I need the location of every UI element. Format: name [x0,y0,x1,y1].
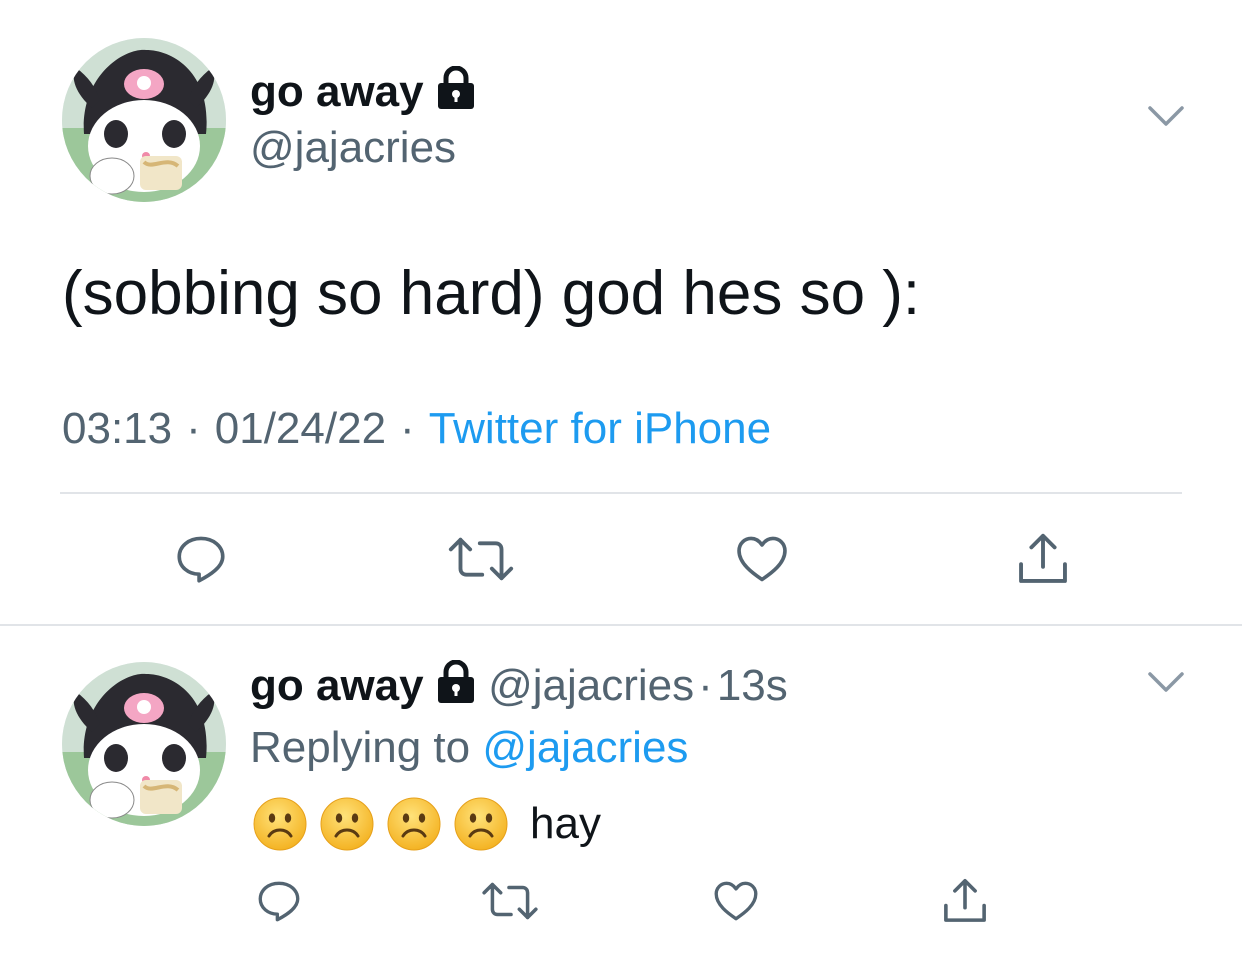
display-name-row: go away [250,65,476,122]
frowning-face-emoji [454,797,508,851]
replying-to: Replying to @jajacries [250,722,688,774]
frowning-face-emoji [387,797,441,851]
reply-icon [254,876,304,931]
replying-to-label: Replying to [250,723,471,772]
replying-to-handle[interactable]: @jajacries [482,723,688,772]
avatar[interactable] [62,38,226,202]
reply-icon [172,530,230,593]
handle[interactable]: @jajacries [488,661,694,710]
display-name[interactable]: go away [250,661,424,710]
handle[interactable]: @jajacries [250,122,456,174]
tweet-date: 01/24/22 [214,404,387,453]
reply-header: go away @jajacries·13s [250,659,788,716]
separator-dot: · [400,404,415,453]
like-button[interactable] [732,530,792,593]
like-icon [732,530,792,593]
tweet-time: 03:13 [62,404,173,453]
avatar[interactable] [62,662,226,826]
chevron-down-icon[interactable] [1146,104,1186,135]
reply-text: hay [530,799,601,848]
divider [60,492,1182,494]
share-button[interactable] [1012,528,1074,595]
reply-button[interactable] [254,876,304,931]
avatar-image [62,662,226,826]
avatar-image [62,38,226,202]
separator-dot: · [698,661,713,710]
share-icon [1012,528,1074,595]
chevron-down-icon[interactable] [1146,670,1186,701]
lock-icon [436,65,476,122]
reply-button[interactable] [172,530,230,593]
retweet-icon [446,530,516,593]
frowning-face-emoji [253,797,307,851]
separator-dot: · [186,404,201,453]
tweet-source-link[interactable]: Twitter for iPhone [429,404,771,453]
emoji-group [252,796,520,852]
lock-icon [436,659,476,716]
display-name[interactable]: go away [250,67,424,116]
frowning-face-emoji [320,797,374,851]
tweet-text: (sobbing so hard) god hes so ): [62,259,921,328]
like-icon [710,876,762,931]
share-button[interactable] [938,874,992,933]
retweet-icon [480,876,540,931]
divider [0,624,1242,626]
tweet-meta: 03:13 · 01/24/22 · Twitter for iPhone [62,402,771,456]
reply-age: 13s [716,661,788,710]
retweet-button[interactable] [480,876,540,931]
like-button[interactable] [710,876,762,931]
retweet-button[interactable] [446,530,516,593]
reply-text-row: hay [252,794,601,854]
share-icon [938,874,992,933]
